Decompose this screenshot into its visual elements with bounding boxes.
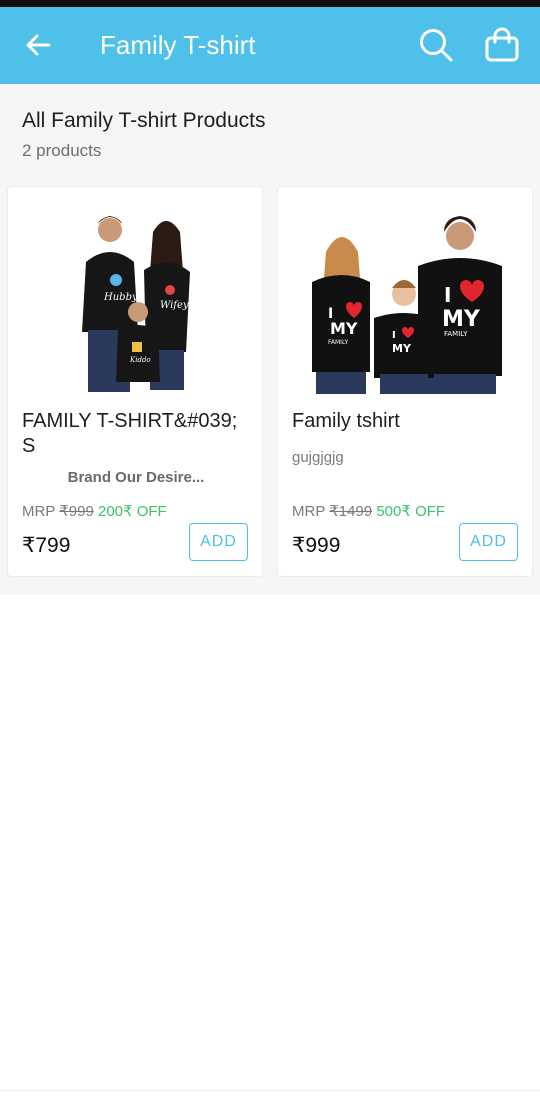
svg-text:Kiddo: Kiddo: [129, 356, 151, 364]
divider: [0, 1090, 540, 1091]
product-image[interactable]: I MY FAMILY I MY I MY FAMILY: [308, 202, 504, 397]
svg-text:MY: MY: [392, 342, 412, 355]
product-image[interactable]: Hubby Wifey Kiddo: [38, 202, 234, 397]
mrp-price: ₹1499: [329, 503, 373, 520]
mrp-price: ₹999: [59, 503, 94, 520]
mrp-label: MRP: [292, 503, 326, 520]
shopping-bag-icon[interactable]: [484, 27, 520, 63]
svg-text:MY: MY: [442, 307, 481, 332]
product-name[interactable]: FAMILY T-SHIRT&#039;S: [22, 409, 250, 459]
app-bar: Family T-shirt: [0, 7, 540, 84]
product-subtitle: gujgjgjg: [292, 449, 344, 466]
discount-label: 200₹ OFF: [97, 503, 167, 520]
search-icon[interactable]: [418, 27, 454, 63]
svg-text:Hubby: Hubby: [103, 292, 138, 303]
svg-text:MY: MY: [330, 319, 358, 338]
product-name[interactable]: Family tshirt: [292, 409, 520, 434]
svg-text:FAMILY: FAMILY: [328, 339, 348, 346]
product-card[interactable]: Hubby Wifey Kiddo FAMILY T-SHIRT&#039;S …: [7, 186, 263, 577]
product-mrp: MRP ₹999 200₹ OFF: [22, 502, 167, 520]
status-bar: [0, 0, 540, 7]
product-count: 2 products: [22, 141, 102, 160]
svg-text:FAMILY: FAMILY: [444, 330, 468, 338]
add-button[interactable]: ADD: [189, 523, 248, 561]
mrp-label: MRP: [22, 503, 56, 520]
product-brand: Brand Our Desire...: [67, 469, 205, 486]
add-button[interactable]: ADD: [459, 523, 518, 561]
svg-text:I: I: [444, 283, 451, 307]
svg-text:Wifey: Wifey: [160, 300, 189, 311]
product-listing: All Family T-shirt Products 2 products H…: [0, 84, 540, 595]
discount-label: 500₹ OFF: [376, 503, 446, 520]
svg-text:I: I: [392, 330, 396, 341]
listing-heading: All Family T-shirt Products: [22, 109, 266, 132]
page-title: Family T-shirt: [100, 30, 256, 60]
product-mrp: MRP ₹1499 500₹ OFF: [292, 502, 445, 520]
product-card[interactable]: I MY FAMILY I MY I MY FAMILY Family tshi…: [277, 186, 533, 577]
product-price: ₹799: [22, 534, 71, 557]
product-price: ₹999: [292, 534, 341, 557]
back-arrow-icon[interactable]: [22, 29, 54, 61]
